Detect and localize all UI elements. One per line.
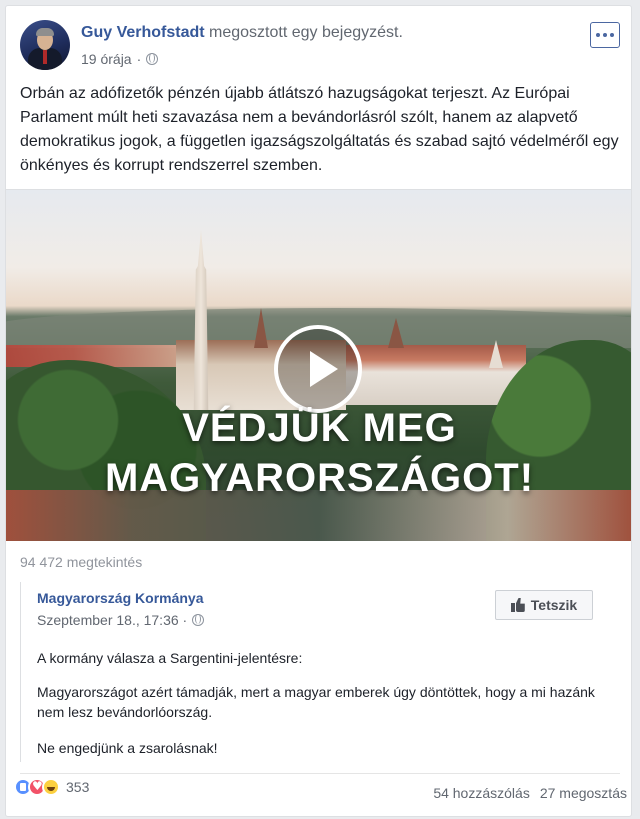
engagement-stats: 54 hozzászólás 27 megosztás bbox=[433, 785, 627, 801]
like-page-label: Tetszik bbox=[530, 597, 578, 613]
video-player[interactable]: VÉDJÜK MEG MAGYARORSZÁGOT! bbox=[6, 190, 631, 541]
post-card: Guy Verhofstadt megosztott egy bejegyzés… bbox=[5, 5, 632, 817]
avatar[interactable] bbox=[20, 20, 70, 70]
shared-post: Magyarország Kormánya Szeptember 18., 17… bbox=[20, 582, 620, 762]
post-meta: 19 órája · bbox=[81, 51, 159, 67]
author-line: Guy Verhofstadt megosztott egy bejegyzés… bbox=[81, 24, 403, 42]
post-time[interactable]: 19 órája bbox=[81, 51, 132, 67]
post-header: Guy Verhofstadt megosztott egy bejegyzés… bbox=[20, 20, 620, 70]
reaction-count: 353 bbox=[66, 779, 90, 795]
shares-count[interactable]: 27 megosztás bbox=[540, 785, 627, 801]
video-title-line1: VÉDJÜK MEG bbox=[182, 406, 457, 450]
haha-reaction-icon bbox=[42, 778, 60, 796]
view-count: 94 472 megtekintés bbox=[20, 554, 143, 570]
shared-text-1: A kormány válasza a Sargentini-jelentésr… bbox=[37, 650, 303, 666]
like-page-button[interactable]: Tetszik bbox=[495, 590, 593, 620]
post-text: Orbán az adófizetők pénzén újabb átlátsz… bbox=[20, 85, 619, 174]
thumbs-up-icon bbox=[510, 598, 525, 612]
video-title-line2: MAGYARORSZÁGOT! bbox=[104, 456, 535, 500]
play-icon[interactable] bbox=[274, 325, 362, 413]
globe-icon bbox=[192, 614, 205, 626]
author-action: megosztott egy bejegyzést. bbox=[209, 24, 403, 41]
shared-post-time[interactable]: Szeptember 18., 17:36 · bbox=[37, 612, 187, 628]
shared-page-name[interactable]: Magyarország Kormánya bbox=[37, 590, 204, 606]
comments-count[interactable]: 54 hozzászólás bbox=[433, 785, 530, 801]
shared-post-meta: Szeptember 18., 17:36 · bbox=[37, 612, 205, 628]
more-options-button[interactable] bbox=[590, 22, 620, 48]
divider bbox=[20, 773, 620, 774]
reactions-summary[interactable]: 353 bbox=[14, 778, 89, 796]
shared-text-2: Magyarországot azért támadják, mert a ma… bbox=[37, 684, 595, 720]
shared-text-3: Ne engedjünk a zsarolásnak! bbox=[37, 740, 218, 756]
globe-icon bbox=[146, 53, 159, 65]
author-name[interactable]: Guy Verhofstadt bbox=[81, 24, 205, 41]
